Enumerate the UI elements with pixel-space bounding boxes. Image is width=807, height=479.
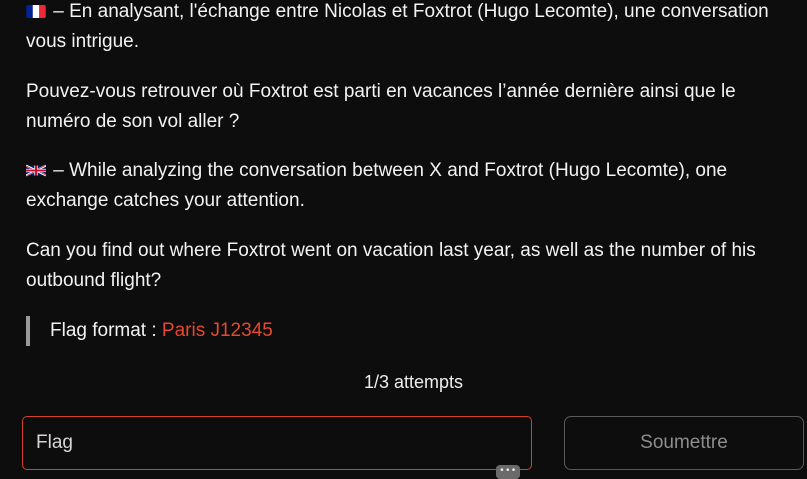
flag-format-blockquote: Flag format : Paris J12345 (26, 316, 273, 346)
uk-flag-icon (26, 164, 46, 177)
flag-input[interactable] (22, 416, 532, 470)
flag-format-label: Flag format : (50, 320, 162, 341)
french-question: Pouvez-vous retrouver où Foxtrot est par… (26, 81, 736, 132)
submit-button[interactable]: Soumettre (564, 416, 804, 470)
french-description-text: – En analysant, l'échange entre Nicolas … (26, 1, 769, 52)
french-flag-icon (26, 5, 46, 18)
attempts-counter: 1/3 attempts (363, 372, 464, 392)
flag-format-example: Paris J12345 (161, 320, 273, 341)
french-description: – En analysant, l'échange entre Nicolas … (26, 0, 796, 57)
english-description: – While analyzing the conversation betwe… (26, 156, 796, 216)
english-description-text: – While analyzing the conversation betwe… (26, 160, 728, 211)
english-question: Can you find out where Foxtrot went on v… (26, 240, 756, 291)
